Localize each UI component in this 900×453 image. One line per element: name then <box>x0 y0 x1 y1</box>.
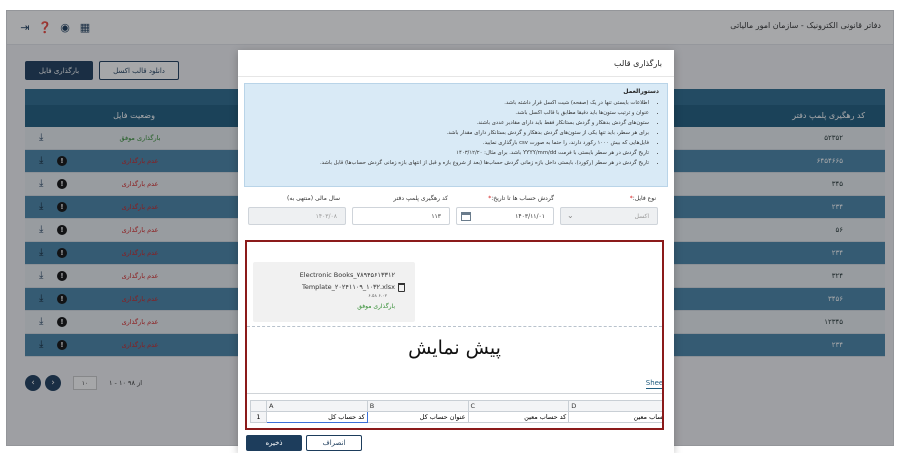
uploaded-file-card: Electronic Books_۷۸۹۴۵۶۱۳۳۱۲ Template_۲۰… <box>253 262 415 322</box>
sheet-tab[interactable]: Sheet <box>645 379 662 389</box>
instructions-box: دستورالعمل اطلاعات بایستی تنها در یک (صف… <box>244 83 668 187</box>
modal-title: بارگذاری قالب <box>614 59 662 68</box>
separator <box>247 326 662 327</box>
instruction-item: تاریخ گردش در هر سطر بایستی با فرمت YYYY… <box>253 148 649 158</box>
tracking-code-field[interactable]: ۱۱۳ <box>352 207 450 225</box>
instruction-item: فایل‌هایی که بیش ۱۰۰۰ رکورد دارند، را حت… <box>253 138 649 148</box>
date-value: ۱۴۰۳/۱۱/۰۱ <box>515 213 545 220</box>
grid-col-header: A <box>266 400 368 412</box>
file-type-select[interactable]: اکسل ⌄ <box>560 207 658 225</box>
fiscal-year-value: ۱۴۰۳/۰۸ <box>315 213 337 220</box>
cancel-button[interactable]: انصراف <box>306 435 362 451</box>
chevron-down-icon: ⌄ <box>567 211 574 220</box>
file-size: ۶.۵۸ ۶.۰۲ <box>368 294 387 299</box>
grid-col-header: B <box>366 400 469 412</box>
instruction-item: ستون‌های گردش بدهکار و گردش بستانکار فقط… <box>253 118 649 128</box>
date-label: گردش حساب ها تا تاریخ:* <box>488 195 554 202</box>
instruction-item: اطلاعات بایستی تنها در یک (صفحه) شیت اکس… <box>253 98 649 108</box>
instruction-item: برای هر سطر، باید تنها یکی از ستون‌های گ… <box>253 128 649 138</box>
file-name-line2: Template_۲۰۲۴۱۱۰۹_۱۰۳۲.xlsx <box>301 283 395 291</box>
upload-preview-area: Electronic Books_۷۸۹۴۵۶۱۳۳۱۲ Template_۲۰… <box>245 240 664 430</box>
grid-corner <box>250 400 267 412</box>
upload-template-modal: بارگذاری قالب دستورالعمل اطلاعات بایستی … <box>238 50 674 453</box>
grid-cell[interactable]: کد حساب کل <box>266 411 368 423</box>
grid-header-row: A B C D <box>250 400 662 412</box>
trash-icon[interactable] <box>398 283 405 292</box>
grid-col-header: D <box>568 400 662 412</box>
grid-cell[interactable]: حساب معین <box>568 411 662 423</box>
tracking-code-value: ۱۱۳ <box>431 213 441 220</box>
grid-row-number: 1 <box>250 411 267 423</box>
grid-cell[interactable]: کد حساب معین <box>467 411 570 423</box>
preview-grid: A B C D 1 کد حساب کل عنوان حساب کل کد حس… <box>250 400 662 423</box>
file-name-line1: Electronic Books_۷۸۹۴۵۶۱۳۳۱۲ <box>299 271 395 279</box>
save-button[interactable]: ذخیره <box>246 435 302 451</box>
instructions-title: دستورالعمل <box>623 88 659 95</box>
grid-col-header: C <box>467 400 570 412</box>
instructions-list: اطلاعات بایستی تنها در یک (صفحه) شیت اکس… <box>253 98 659 168</box>
code-label: کد رهگیری پلمپ دفتر <box>393 195 448 202</box>
instruction-item: تاریخ گردش در هر سطر (رکورد)، بایستی داخ… <box>253 158 649 168</box>
file-status: بارگذاری موفق <box>357 303 395 310</box>
fiscal-year-field[interactable]: ۱۴۰۳/۰۸ <box>248 207 346 225</box>
sheet-divider <box>247 393 662 394</box>
grid-cell[interactable]: عنوان حساب کل <box>366 411 469 423</box>
modal-divider <box>238 76 674 77</box>
file-type-value: اکسل <box>634 213 649 220</box>
calendar-icon[interactable] <box>461 212 471 221</box>
file-type-label: نوع فایل:* <box>629 195 656 202</box>
instruction-item: عنوان و ترتیب ستون‌ها باید دقیقا مطابق ب… <box>253 108 649 118</box>
fiscal-year-label: سال مالی (منتهی به) <box>287 195 340 202</box>
preview-title: پیش نمایش <box>408 337 501 359</box>
grid-row: 1 کد حساب کل عنوان حساب کل کد حساب معین … <box>250 411 662 423</box>
date-field[interactable]: ۱۴۰۳/۱۱/۰۱ <box>456 207 554 225</box>
